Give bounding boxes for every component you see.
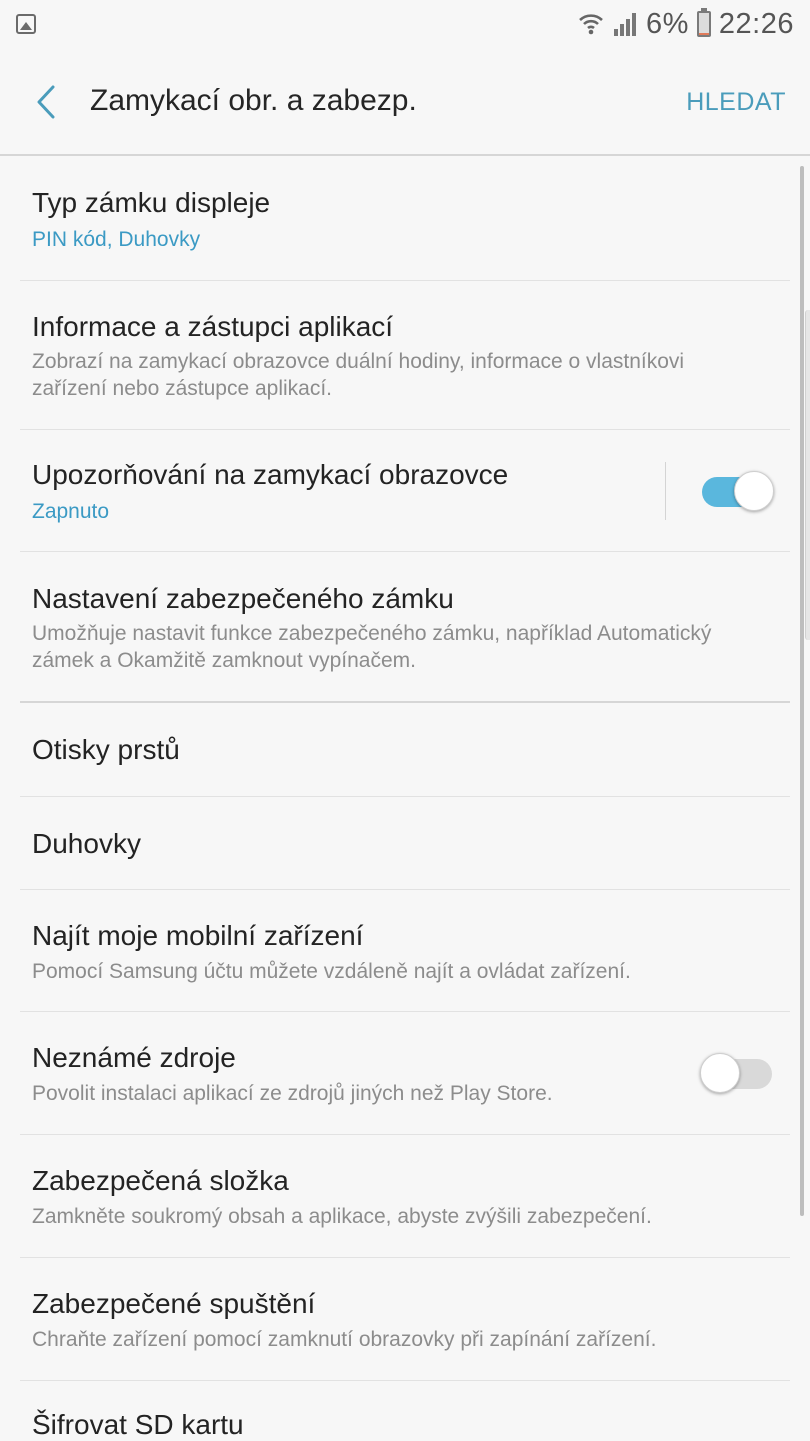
list-item-find-my-mobile[interactable]: Najít moje mobilní zařízení Pomocí Samsu…: [20, 890, 790, 1012]
toggle-knob: [734, 471, 774, 511]
back-arrow-icon: [37, 85, 55, 119]
list-item-secure-startup[interactable]: Zabezpečené spuštění Chraňte zařízení po…: [20, 1258, 790, 1381]
list-item-encrypt-sd-card[interactable]: Šifrovat SD kartu: [20, 1381, 790, 1441]
item-title: Typ zámku displeje: [32, 187, 271, 218]
list-item-secure-folder[interactable]: Zabezpečená složka Zamkněte soukromý obs…: [20, 1135, 790, 1258]
item-title: Informace a zástupci aplikací: [32, 311, 394, 342]
item-subtitle: Pomocí Samsung účtu můžete vzdáleně nají…: [32, 960, 631, 983]
status-icons: 6% 22:26: [578, 6, 794, 42]
status-bar: 6% 22:26: [0, 0, 810, 50]
gallery-notification-icon: [16, 14, 36, 34]
list-item-screen-lock-type[interactable]: Typ zámku displeje PIN kód, Duhovky: [20, 156, 790, 281]
wifi-calling-icon: [579, 14, 603, 35]
item-subtitle: Zobrazí na zamykací obrazovce duální hod…: [32, 350, 685, 400]
app-bar: Zamykací obr. a zabezp. HLEDAT: [0, 50, 810, 156]
item-title: Zabezpečená složka: [32, 1165, 289, 1196]
item-subtitle: Umožňuje nastavit funkce zabezpečeného z…: [32, 622, 712, 672]
item-subtitle: Zapnuto: [32, 500, 110, 523]
item-title: Najít moje mobilní zařízení: [32, 920, 364, 951]
item-title: Nastavení zabezpečeného zámku: [32, 583, 454, 614]
list-item-irises[interactable]: Duhovky: [20, 797, 790, 890]
list-item-lock-screen-notifications[interactable]: Upozorňování na zamykací obrazovce Zapnu…: [20, 430, 790, 552]
list-item-secure-lock-settings[interactable]: Nastavení zabezpečeného zámku Umožňuje n…: [20, 552, 790, 703]
back-button[interactable]: [24, 78, 68, 126]
item-title: Duhovky: [32, 828, 141, 859]
unknown-sources-toggle[interactable]: [700, 1053, 774, 1093]
toggle-knob: [700, 1053, 740, 1093]
item-title: Upozorňování na zamykací obrazovce: [32, 459, 509, 490]
divider: [665, 462, 666, 520]
item-subtitle: Zamkněte soukromý obsah a aplikace, abys…: [32, 1205, 652, 1228]
list-item-unknown-sources[interactable]: Neznámé zdroje Povolit instalaci aplikac…: [20, 1012, 790, 1135]
battery-percent: 6%: [646, 7, 689, 40]
item-title: Neznámé zdroje: [32, 1042, 236, 1073]
search-button[interactable]: HLEDAT: [686, 88, 786, 117]
list-item-fingerprints[interactable]: Otisky prstů: [20, 703, 790, 797]
settings-list: Typ zámku displeje PIN kód, Duhovky Info…: [0, 156, 810, 1441]
item-title: Zabezpečené spuštění: [32, 1288, 316, 1319]
notifications-toggle[interactable]: [700, 471, 774, 511]
signal-icon: [614, 13, 636, 36]
battery-icon: [696, 8, 711, 37]
list-item-info-app-shortcuts[interactable]: Informace a zástupci aplikací Zobrazí na…: [20, 281, 790, 430]
item-title: Otisky prstů: [32, 734, 180, 765]
item-title: Šifrovat SD kartu: [32, 1409, 244, 1440]
clock: 22:26: [718, 7, 794, 40]
item-subtitle: PIN kód, Duhovky: [32, 228, 201, 251]
page-title: Zamykací obr. a zabezp.: [90, 84, 417, 117]
item-subtitle: Chraňte zařízení pomocí zamknutí obrazov…: [32, 1328, 657, 1351]
item-subtitle: Povolit instalaci aplikací ze zdrojů jin…: [32, 1082, 553, 1105]
